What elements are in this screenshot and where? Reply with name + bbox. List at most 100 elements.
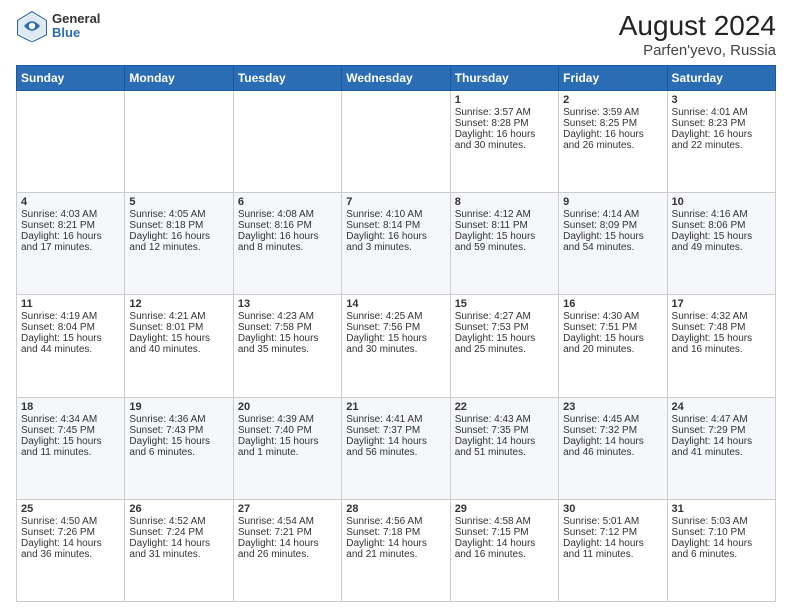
day-info: Sunrise: 4:32 AM <box>672 311 771 322</box>
day-info: Sunrise: 4:25 AM <box>346 311 445 322</box>
day-info: Daylight: 15 hours and 49 minutes. <box>672 231 771 253</box>
day-number: 29 <box>455 503 554 515</box>
day-info: Sunrise: 3:59 AM <box>563 107 662 118</box>
calendar-cell: 7Sunrise: 4:10 AMSunset: 8:14 PMDaylight… <box>342 193 450 295</box>
calendar-cell: 25Sunrise: 4:50 AMSunset: 7:26 PMDayligh… <box>17 499 125 601</box>
day-info: Daylight: 14 hours and 46 minutes. <box>563 436 662 458</box>
day-number: 27 <box>238 503 337 515</box>
day-info: Daylight: 14 hours and 21 minutes. <box>346 538 445 560</box>
day-number: 16 <box>563 298 662 310</box>
calendar-cell: 22Sunrise: 4:43 AMSunset: 7:35 PMDayligh… <box>450 397 558 499</box>
day-info: Sunrise: 4:27 AM <box>455 311 554 322</box>
day-info: Daylight: 16 hours and 22 minutes. <box>672 129 771 151</box>
day-info: Sunset: 7:29 PM <box>672 425 771 436</box>
calendar-cell: 29Sunrise: 4:58 AMSunset: 7:15 PMDayligh… <box>450 499 558 601</box>
page: General Blue August 2024 Parfen'yevo, Ru… <box>0 0 792 612</box>
calendar-cell: 31Sunrise: 5:03 AMSunset: 7:10 PMDayligh… <box>667 499 775 601</box>
day-info: Sunrise: 4:03 AM <box>21 209 120 220</box>
day-info: Sunrise: 4:39 AM <box>238 414 337 425</box>
days-row: SundayMondayTuesdayWednesdayThursdayFrid… <box>17 66 776 91</box>
day-number: 11 <box>21 298 120 310</box>
title-block: August 2024 Parfen'yevo, Russia <box>619 10 776 59</box>
day-number: 22 <box>455 401 554 413</box>
day-info: Sunrise: 4:36 AM <box>129 414 228 425</box>
day-info: Daylight: 14 hours and 36 minutes. <box>21 538 120 560</box>
logo: General Blue <box>16 10 100 42</box>
calendar-cell: 2Sunrise: 3:59 AMSunset: 8:25 PMDaylight… <box>559 91 667 193</box>
day-info: Daylight: 16 hours and 3 minutes. <box>346 231 445 253</box>
day-info: Sunset: 8:25 PM <box>563 118 662 129</box>
day-info: Daylight: 14 hours and 56 minutes. <box>346 436 445 458</box>
calendar-cell: 27Sunrise: 4:54 AMSunset: 7:21 PMDayligh… <box>233 499 341 601</box>
day-number: 13 <box>238 298 337 310</box>
day-info: Daylight: 16 hours and 30 minutes. <box>455 129 554 151</box>
day-info: Sunrise: 4:19 AM <box>21 311 120 322</box>
calendar-cell: 28Sunrise: 4:56 AMSunset: 7:18 PMDayligh… <box>342 499 450 601</box>
day-info: Daylight: 14 hours and 11 minutes. <box>563 538 662 560</box>
calendar-cell: 14Sunrise: 4:25 AMSunset: 7:56 PMDayligh… <box>342 295 450 397</box>
day-info: Sunrise: 4:10 AM <box>346 209 445 220</box>
day-header-wednesday: Wednesday <box>342 66 450 91</box>
calendar-cell: 3Sunrise: 4:01 AMSunset: 8:23 PMDaylight… <box>667 91 775 193</box>
calendar-cell: 23Sunrise: 4:45 AMSunset: 7:32 PMDayligh… <box>559 397 667 499</box>
calendar-header: SundayMondayTuesdayWednesdayThursdayFrid… <box>17 66 776 91</box>
day-info: Sunrise: 4:45 AM <box>563 414 662 425</box>
day-info: Sunset: 7:40 PM <box>238 425 337 436</box>
day-info: Daylight: 16 hours and 17 minutes. <box>21 231 120 253</box>
day-number: 1 <box>455 94 554 106</box>
day-info: Sunset: 7:32 PM <box>563 425 662 436</box>
day-header-friday: Friday <box>559 66 667 91</box>
day-info: Sunrise: 5:01 AM <box>563 516 662 527</box>
day-info: Daylight: 15 hours and 40 minutes. <box>129 333 228 355</box>
day-number: 18 <box>21 401 120 413</box>
calendar-cell: 1Sunrise: 3:57 AMSunset: 8:28 PMDaylight… <box>450 91 558 193</box>
day-info: Sunrise: 4:23 AM <box>238 311 337 322</box>
day-number: 9 <box>563 196 662 208</box>
day-info: Sunset: 8:09 PM <box>563 220 662 231</box>
calendar-cell: 13Sunrise: 4:23 AMSunset: 7:58 PMDayligh… <box>233 295 341 397</box>
day-number: 28 <box>346 503 445 515</box>
calendar-cell <box>233 91 341 193</box>
calendar-cell <box>17 91 125 193</box>
calendar-cell <box>342 91 450 193</box>
calendar-cell <box>125 91 233 193</box>
day-number: 20 <box>238 401 337 413</box>
calendar-cell: 19Sunrise: 4:36 AMSunset: 7:43 PMDayligh… <box>125 397 233 499</box>
day-info: Daylight: 15 hours and 44 minutes. <box>21 333 120 355</box>
day-info: Sunset: 8:01 PM <box>129 322 228 333</box>
day-header-saturday: Saturday <box>667 66 775 91</box>
day-info: Sunset: 7:35 PM <box>455 425 554 436</box>
day-info: Sunset: 7:51 PM <box>563 322 662 333</box>
calendar-cell: 21Sunrise: 4:41 AMSunset: 7:37 PMDayligh… <box>342 397 450 499</box>
day-info: Sunrise: 4:05 AM <box>129 209 228 220</box>
day-number: 19 <box>129 401 228 413</box>
day-info: Sunset: 8:11 PM <box>455 220 554 231</box>
day-number: 12 <box>129 298 228 310</box>
day-number: 21 <box>346 401 445 413</box>
day-number: 10 <box>672 196 771 208</box>
day-info: Sunset: 7:10 PM <box>672 527 771 538</box>
calendar-cell: 10Sunrise: 4:16 AMSunset: 8:06 PMDayligh… <box>667 193 775 295</box>
calendar-cell: 4Sunrise: 4:03 AMSunset: 8:21 PMDaylight… <box>17 193 125 295</box>
day-info: Sunrise: 4:58 AM <box>455 516 554 527</box>
day-number: 24 <box>672 401 771 413</box>
week-row-2: 4Sunrise: 4:03 AMSunset: 8:21 PMDaylight… <box>17 193 776 295</box>
day-number: 26 <box>129 503 228 515</box>
day-info: Sunset: 8:28 PM <box>455 118 554 129</box>
day-number: 7 <box>346 196 445 208</box>
day-info: Sunset: 7:26 PM <box>21 527 120 538</box>
day-header-sunday: Sunday <box>17 66 125 91</box>
day-info: Sunrise: 4:52 AM <box>129 516 228 527</box>
day-info: Sunset: 8:06 PM <box>672 220 771 231</box>
day-info: Sunrise: 5:03 AM <box>672 516 771 527</box>
day-info: Daylight: 15 hours and 6 minutes. <box>129 436 228 458</box>
day-info: Sunrise: 4:21 AM <box>129 311 228 322</box>
week-row-3: 11Sunrise: 4:19 AMSunset: 8:04 PMDayligh… <box>17 295 776 397</box>
day-number: 8 <box>455 196 554 208</box>
day-info: Daylight: 15 hours and 30 minutes. <box>346 333 445 355</box>
day-number: 30 <box>563 503 662 515</box>
day-info: Sunset: 7:21 PM <box>238 527 337 538</box>
day-number: 3 <box>672 94 771 106</box>
day-number: 31 <box>672 503 771 515</box>
day-info: Daylight: 14 hours and 41 minutes. <box>672 436 771 458</box>
